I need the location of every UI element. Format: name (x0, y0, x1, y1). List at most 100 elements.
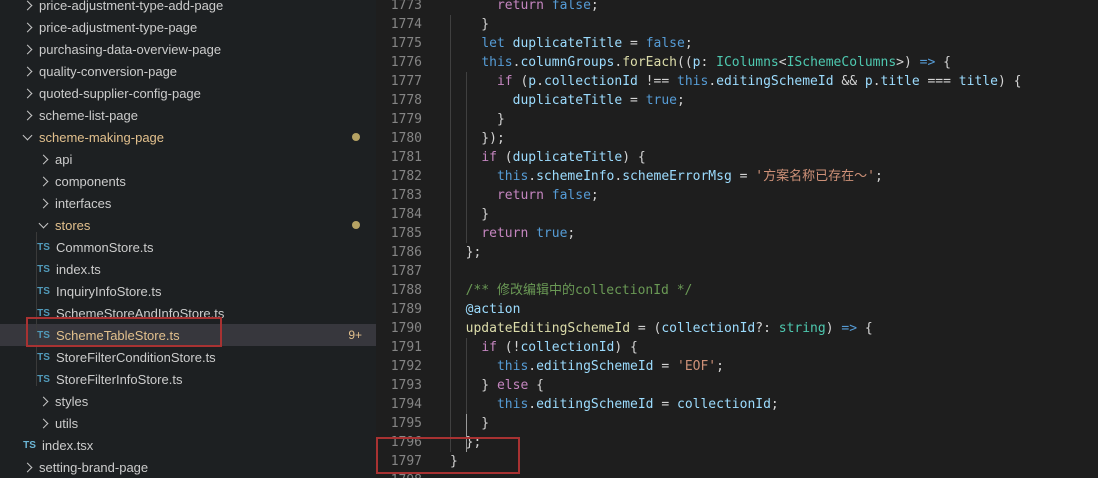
gutter-line-number[interactable]: 1786 (376, 243, 422, 262)
code-line[interactable]: 1790 updateEditingSchemeId = (collection… (376, 319, 1098, 338)
chevron-down-icon (22, 130, 33, 141)
tree-file-inquiryinfostore-ts[interactable]: TS InquiryInfoStore.ts (0, 280, 376, 302)
tree-folder-styles[interactable]: styles (0, 390, 376, 412)
typescript-file-icon: TS (37, 263, 50, 275)
gutter-line-number[interactable]: 1794 (376, 395, 422, 414)
tree-file-index-tsx[interactable]: TS index.tsx (0, 434, 376, 456)
code-line[interactable]: 1786 }; (376, 243, 1098, 262)
code-line[interactable]: 1784 } (376, 205, 1098, 224)
code-line[interactable]: 1773 return false; (376, 0, 1098, 15)
gutter-line-number[interactable]: 1795 (376, 414, 422, 433)
code-line[interactable]: 1781 if (duplicateTitle) { (376, 148, 1098, 167)
tree-file-schemetablestore-ts[interactable]: TS SchemeTableStore.ts 9+ (0, 324, 376, 346)
code-line[interactable]: 1785 return true; (376, 224, 1098, 243)
gutter-line-number[interactable]: 1788 (376, 281, 422, 300)
tree-file-storefilterinfostore-ts[interactable]: TS StoreFilterInfoStore.ts (0, 368, 376, 390)
gutter-line-number[interactable]: 1791 (376, 338, 422, 357)
gutter-line-number[interactable]: 1793 (376, 376, 422, 395)
gutter-line-number[interactable]: 1781 (376, 148, 422, 167)
gutter-line-number[interactable]: 1784 (376, 205, 422, 224)
vscode-window: price-adjustment-type-add-page price-adju… (0, 0, 1098, 478)
tree-folder-interfaces[interactable]: interfaces (0, 192, 376, 214)
gutter-line-number[interactable]: 1790 (376, 319, 422, 338)
code-line[interactable]: 1782 this.schemeInfo.schemeErrorMsg = '方… (376, 167, 1098, 186)
code-line[interactable]: 1780 }); (376, 129, 1098, 148)
tree-item-label: quality-conversion-page (39, 63, 178, 79)
indent-guide (450, 15, 451, 452)
gutter-line-number[interactable]: 1783 (376, 186, 422, 205)
tree-folder-api[interactable]: api (0, 148, 376, 170)
chevron-right-icon (22, 88, 33, 98)
code-line[interactable]: 1794 this.editingSchemeId = collectionId… (376, 395, 1098, 414)
gutter-line-number[interactable]: 1782 (376, 167, 422, 186)
tree-file-storefilterconditionstore-ts[interactable]: TS StoreFilterConditionStore.ts (0, 346, 376, 368)
code-line[interactable]: 1796 }; (376, 433, 1098, 452)
code-line[interactable]: 1776 this.columnGroups.forEach((p: IColu… (376, 53, 1098, 72)
gutter-line-number[interactable]: 1792 (376, 357, 422, 376)
code-line[interactable]: 1779 } (376, 110, 1098, 129)
code-text: } (450, 17, 490, 32)
code-line[interactable]: 1793 } else { (376, 376, 1098, 395)
tree-file-index-ts[interactable]: TS index.ts (0, 258, 376, 280)
code-line[interactable]: 1791 if (!collectionId) { (376, 338, 1098, 357)
code-text: if (p.collectionId !== this.editingSchem… (496, 74, 1022, 89)
gutter-line-number[interactable]: 1778 (376, 91, 422, 110)
modified-dot-badge (352, 221, 360, 229)
gutter-line-number[interactable]: 1789 (376, 300, 422, 319)
tree-item-label: scheme-making-page (39, 129, 165, 145)
code-line[interactable]: 1797} (376, 452, 1098, 471)
code-line[interactable]: 1787 (376, 262, 1098, 281)
code-line[interactable]: 1774 } (376, 15, 1098, 34)
code-text: if (!collectionId) { (481, 340, 638, 355)
gutter-line-number[interactable]: 1796 (376, 433, 422, 452)
gutter-line-number[interactable]: 1797 (376, 452, 422, 471)
code-line[interactable]: 1777 if (p.collectionId !== this.editing… (376, 72, 1098, 91)
gutter-line-number[interactable]: 1787 (376, 262, 422, 281)
code-line[interactable]: 1775 let duplicateTitle = false; (376, 34, 1098, 53)
tree-folder-utils[interactable]: utils (0, 412, 376, 434)
gutter-line-number[interactable]: 1780 (376, 129, 422, 148)
gutter-line-number[interactable]: 1777 (376, 72, 422, 91)
tree-folder-purchasing-data-overview-page[interactable]: purchasing-data-overview-page (0, 38, 376, 60)
file-tree: price-adjustment-type-add-page price-adju… (0, 0, 376, 478)
code-editor[interactable]: 1773 return false; 1774 } 1775 let duplica… (376, 0, 1098, 478)
code-line[interactable]: 1788 /** 修改编辑中的collectionId */ (376, 281, 1098, 300)
code-line[interactable]: 1792 this.editingSchemeId = 'EOF'; (376, 357, 1098, 376)
gutter-line-number[interactable]: 1776 (376, 53, 422, 72)
code-text: this.schemeInfo.schemeErrorMsg = '方案名称已存… (496, 169, 883, 184)
code-text: } else { (450, 378, 544, 393)
code-line[interactable]: 1795 } (376, 414, 1098, 433)
tree-folder-components[interactable]: components (0, 170, 376, 192)
tree-file-commonstore-ts[interactable]: TS CommonStore.ts (0, 236, 376, 258)
tree-item-label: stores (55, 217, 91, 233)
code-line[interactable]: 1798 (376, 471, 1098, 478)
tree-folder-price-adjustment-type-page[interactable]: price-adjustment-type-page (0, 16, 376, 38)
tree-file-schemestoreandinfostore-ts[interactable]: TS SchemeStoreAndInfoStore.ts (0, 302, 376, 324)
tree-folder-quoted-supplier-config-page[interactable]: quoted-supplier-config-page (0, 82, 376, 104)
code-line[interactable]: 1783 return false; (376, 186, 1098, 205)
tree-folder-scheme-list-page[interactable]: scheme-list-page (0, 104, 376, 126)
tree-folder-setting-brand-page[interactable]: setting-brand-page (0, 456, 376, 478)
tree-item-label: price-adjustment-type-add-page (39, 0, 224, 13)
tree-folder-scheme-making-page[interactable]: scheme-making-page (0, 126, 376, 148)
chevron-right-icon (22, 0, 33, 10)
chevron-down-icon (38, 218, 49, 229)
tree-folder-stores[interactable]: stores (0, 214, 376, 236)
tree-item-label: components (55, 173, 126, 189)
code-line[interactable]: 1778 duplicateTitle = true; (376, 91, 1098, 110)
gutter-line-number[interactable]: 1773 (376, 0, 422, 15)
gutter-line-number[interactable]: 1775 (376, 34, 422, 53)
code-line[interactable]: 1789 @action (376, 300, 1098, 319)
gutter-line-number[interactable]: 1798 (376, 471, 422, 478)
file-explorer: price-adjustment-type-add-page price-adju… (0, 0, 376, 478)
gutter-line-number[interactable]: 1774 (376, 15, 422, 34)
gutter-line-number[interactable]: 1785 (376, 224, 422, 243)
gutter-line-number[interactable]: 1779 (376, 110, 422, 129)
tree-folder-price-adjustment-type-add-page[interactable]: price-adjustment-type-add-page (0, 0, 376, 16)
code-text: @action (465, 302, 521, 317)
tree-item-label: StoreFilterInfoStore.ts (56, 371, 183, 387)
tree-folder-quality-conversion-page[interactable]: quality-conversion-page (0, 60, 376, 82)
code-text: if (duplicateTitle) { (481, 150, 646, 165)
tree-item-label: interfaces (55, 195, 112, 211)
modified-dot-badge (352, 133, 360, 141)
